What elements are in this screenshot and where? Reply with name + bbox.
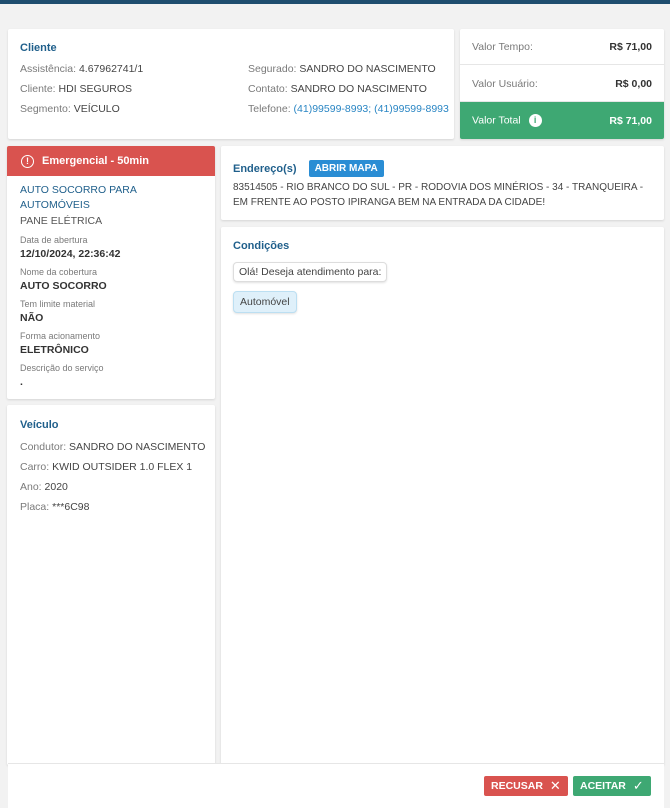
condicoes-option-automovel[interactable]: Automóvel bbox=[233, 291, 297, 313]
forma-field: Forma acionamento ELETRÔNICO bbox=[20, 330, 202, 357]
endereco-text: 83514505 - RIO BRANCO DO SUL - PR - RODO… bbox=[233, 182, 644, 208]
valor-total-label: Valor Total bbox=[472, 114, 521, 127]
aceitar-label: ACEITAR bbox=[580, 780, 626, 792]
assistencia-value: 4.67962741/1 bbox=[78, 63, 144, 75]
contato-row: Contato: SANDRO DO NASCIMENTO bbox=[248, 82, 449, 102]
recusar-label: RECUSAR bbox=[491, 780, 543, 792]
condicoes-card: Condições Olá! Deseja atendimento para: … bbox=[221, 227, 664, 765]
valor-usuario-value: R$ 0,00 bbox=[615, 77, 652, 90]
cobertura-value: AUTO SOCORRO bbox=[20, 280, 107, 292]
forma-value: ELETRÔNICO bbox=[20, 344, 89, 356]
cliente-value: HDI SEGUROS bbox=[58, 83, 133, 95]
data-abertura-field: Data de abertura 12/10/2024, 22:36:42 bbox=[20, 234, 202, 261]
servico-card: ! Emergencial - 50min AUTO SOCORRO PARA … bbox=[7, 146, 215, 399]
emergencia-text: Emergencial - 50min bbox=[42, 155, 149, 167]
assistencia-row: Assistência: 4.67962741/1 bbox=[20, 62, 143, 82]
endereco-header: Endereço(s) ABRIR MAPA bbox=[233, 160, 384, 177]
endereco-title: Endereço(s) bbox=[233, 162, 297, 175]
descricao-value: . bbox=[20, 376, 23, 388]
descricao-label: Descrição do serviço bbox=[20, 363, 104, 373]
assistencia-label: Assistência: bbox=[20, 63, 77, 75]
servico-subtipo: PANE ELÉTRICA bbox=[20, 215, 103, 227]
telefone-label: Telefone: bbox=[248, 103, 291, 115]
check-icon: ✓ bbox=[632, 778, 644, 793]
carro-value: KWID OUTSIDER 1.0 FLEX 1 bbox=[52, 461, 193, 473]
data-abertura-label: Data de abertura bbox=[20, 235, 88, 245]
ano-value: 2020 bbox=[44, 481, 68, 493]
condutor-value: SANDRO DO NASCIMENTO bbox=[69, 441, 206, 453]
info-icon[interactable]: i bbox=[528, 114, 542, 127]
cliente-left-column: Assistência: 4.67962741/1 Cliente: HDI S… bbox=[20, 62, 143, 122]
ano-label: Ano: bbox=[20, 481, 42, 493]
placa-label: Placa: bbox=[20, 501, 50, 513]
segurado-row: Segurado: SANDRO DO NASCIMENTO bbox=[248, 62, 449, 82]
veiculo-card: Veículo Condutor: SANDRO DO NASCIMENTO C… bbox=[7, 405, 215, 765]
top-bar bbox=[0, 0, 670, 4]
alert-circle-icon: ! bbox=[21, 154, 34, 168]
servico-body: AUTO SOCORRO PARA AUTOMÓVEIS PANE ELÉTRI… bbox=[7, 176, 215, 389]
telefone-row: Telefone: (41)99599-8993; (41)99599-8993 bbox=[248, 102, 449, 122]
valor-total-row: Valor Total i R$ 71,00 bbox=[460, 102, 664, 139]
valor-tempo-row: Valor Tempo: R$ 71,00 bbox=[460, 29, 664, 65]
valor-tempo-label: Valor Tempo: bbox=[472, 40, 533, 53]
contato-value: SANDRO DO NASCIMENTO bbox=[290, 83, 427, 95]
cliente-title: Cliente bbox=[20, 42, 57, 54]
condutor-label: Condutor: bbox=[20, 441, 67, 453]
recusar-button[interactable]: RECUSAR ✕ bbox=[484, 776, 568, 796]
servico-tipo: AUTO SOCORRO PARA AUTOMÓVEIS bbox=[20, 184, 137, 211]
limite-label: Tem limite material bbox=[20, 299, 96, 309]
placa-row: Placa: ***6C98 bbox=[20, 500, 205, 520]
carro-label: Carro: bbox=[20, 461, 50, 473]
condicoes-title: Condições bbox=[233, 240, 290, 252]
limite-field: Tem limite material NÃO bbox=[20, 298, 202, 325]
segurado-label: Segurado: bbox=[248, 63, 297, 75]
valor-usuario-label: Valor Usuário: bbox=[472, 77, 538, 90]
valores-card: Valor Tempo: R$ 71,00 Valor Usuário: R$ … bbox=[460, 29, 664, 139]
endereco-card: Endereço(s) ABRIR MAPA 83514505 - RIO BR… bbox=[221, 146, 664, 220]
cliente-right-column: Segurado: SANDRO DO NASCIMENTO Contato: … bbox=[248, 62, 449, 122]
segmento-value: VEÍCULO bbox=[73, 103, 120, 115]
veiculo-title: Veículo bbox=[20, 419, 59, 431]
cobertura-field: Nome da cobertura AUTO SOCORRO bbox=[20, 266, 202, 293]
placa-value: ***6C98 bbox=[52, 501, 90, 513]
ano-row: Ano: 2020 bbox=[20, 480, 205, 500]
footer-bar: RECUSAR ✕ ACEITAR ✓ bbox=[8, 763, 664, 808]
valor-tempo-value: R$ 71,00 bbox=[609, 40, 652, 53]
emergencia-banner: ! Emergencial - 50min bbox=[7, 146, 215, 176]
abrir-mapa-button[interactable]: ABRIR MAPA bbox=[308, 160, 384, 177]
segmento-row: Segmento: VEÍCULO bbox=[20, 102, 143, 122]
descricao-field: Descrição do serviço . bbox=[20, 362, 202, 389]
condutor-row: Condutor: SANDRO DO NASCIMENTO bbox=[20, 440, 205, 460]
carro-row: Carro: KWID OUTSIDER 1.0 FLEX 1 bbox=[20, 460, 205, 480]
valor-total-label-group: Valor Total i bbox=[472, 114, 542, 127]
cliente-card: Cliente Assistência: 4.67962741/1 Client… bbox=[8, 29, 454, 139]
forma-label: Forma acionamento bbox=[20, 331, 101, 341]
valor-usuario-row: Valor Usuário: R$ 0,00 bbox=[460, 66, 664, 102]
aceitar-button[interactable]: ACEITAR ✓ bbox=[573, 776, 651, 796]
cliente-label: Cliente: bbox=[20, 83, 56, 95]
close-icon: ✕ bbox=[549, 778, 561, 793]
data-abertura-value: 12/10/2024, 22:36:42 bbox=[20, 248, 121, 260]
segurado-value: SANDRO DO NASCIMENTO bbox=[299, 63, 436, 75]
valor-total-value: R$ 71,00 bbox=[609, 114, 652, 127]
segmento-label: Segmento: bbox=[20, 103, 71, 115]
condicoes-question-bubble: Olá! Deseja atendimento para: bbox=[233, 262, 388, 282]
cliente-row: Cliente: HDI SEGUROS bbox=[20, 82, 143, 102]
cobertura-label: Nome da cobertura bbox=[20, 267, 98, 277]
limite-value: NÃO bbox=[20, 312, 44, 324]
contato-label: Contato: bbox=[248, 83, 288, 95]
telefone-link[interactable]: (41)99599-8993; (41)99599-8993 bbox=[294, 103, 449, 115]
veiculo-details: Condutor: SANDRO DO NASCIMENTO Carro: KW… bbox=[20, 440, 205, 520]
